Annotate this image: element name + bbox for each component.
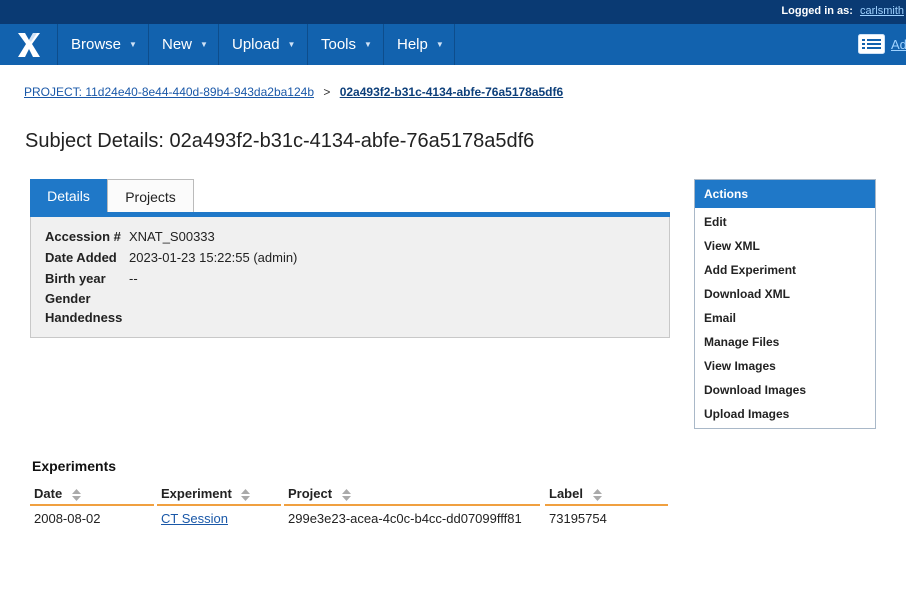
detail-row: Gender [45, 291, 129, 306]
nav-new-label: New [162, 36, 193, 53]
sort-icon [241, 488, 251, 501]
action-add-experiment[interactable]: Add Experiment [704, 263, 796, 277]
detail-label: Gender [45, 291, 91, 306]
nav-tools-label: Tools [321, 36, 357, 53]
detail-value: -- [129, 271, 138, 286]
column-header-label-text: Label [549, 486, 583, 501]
detail-label: Birth year [45, 271, 106, 286]
column-header-label: Date [34, 486, 63, 501]
chevron-down-icon: ▼ [287, 40, 296, 49]
column-header-label[interactable]: Label [545, 486, 668, 506]
details-panel: Accession # XNAT_S00333 Date Added 2023-01… [30, 217, 670, 338]
column-header-label: Experiment [161, 486, 232, 501]
column-header-date[interactable]: Date [30, 486, 154, 506]
nav-help[interactable]: Help ▼ [384, 24, 455, 65]
nav-new[interactable]: New ▼ [149, 24, 219, 65]
xnat-logo[interactable] [0, 24, 58, 65]
chevron-down-icon: ▼ [200, 40, 208, 49]
nav-right-label: Ad [891, 36, 906, 52]
username-link[interactable]: carlsmith [860, 5, 904, 17]
sort-icon [71, 488, 81, 501]
detail-label: Accession # [45, 229, 121, 244]
column-header-label: Project [288, 486, 333, 501]
action-edit[interactable]: Edit [704, 215, 727, 229]
action-view-xml[interactable]: View XML [704, 239, 760, 253]
detail-row: Birth year -- [45, 271, 138, 286]
top-strip: Logged in as: carlsmith [0, 0, 906, 24]
tab-details[interactable]: Details [30, 179, 107, 213]
actions-panel: Actions Edit View XML Add Experiment Dow… [694, 179, 876, 429]
action-download-images[interactable]: Download Images [704, 383, 806, 397]
action-manage-files[interactable]: Manage Files [704, 335, 779, 349]
breadcrumb-separator: > [323, 85, 331, 99]
chevron-down-icon: ▼ [364, 40, 372, 49]
detail-row: Handedness [45, 310, 129, 325]
breadcrumb-project-link[interactable]: PROJECT: 11d24e40-8e44-440d-89b4-943da2b… [24, 85, 314, 99]
nav-upload[interactable]: Upload ▼ [219, 24, 308, 65]
breadcrumb: PROJECT: 11d24e40-8e44-440d-89b4-943da2b… [24, 85, 563, 99]
main-nav: Browse ▼ New ▼ Upload ▼ Tools ▼ Help ▼ A… [0, 24, 906, 65]
sort-icon [592, 488, 602, 501]
breadcrumb-current-link[interactable]: 02a493f2-b31c-4134-abfe-76a5178a5df6 [340, 85, 563, 99]
action-view-images[interactable]: View Images [704, 359, 776, 373]
cell-project: 299e3e23-acea-4c0c-b4cc-dd07099fff81 [288, 511, 522, 526]
detail-value: 2023-01-23 15:22:55 (admin) [129, 250, 298, 265]
detail-row: Date Added 2023-01-23 15:22:55 (admin) [45, 250, 297, 265]
detail-row: Accession # XNAT_S00333 [45, 229, 215, 244]
nav-right-item[interactable]: Ad [858, 33, 906, 55]
tab-details-label: Details [47, 188, 90, 204]
cell-date: 2008-08-02 [34, 511, 101, 526]
list-icon [858, 34, 885, 54]
nav-help-label: Help [397, 36, 428, 53]
nav-browse-label: Browse [71, 36, 122, 53]
chevron-down-icon: ▼ [129, 40, 137, 49]
detail-value: XNAT_S00333 [129, 229, 215, 244]
logged-in-label: Logged in as: [781, 5, 853, 17]
nav-tools[interactable]: Tools ▼ [308, 24, 384, 65]
chevron-down-icon: ▼ [435, 40, 444, 49]
cell-experiment: CT Session [157, 511, 228, 526]
detail-label: Handedness [45, 310, 123, 325]
actions-header: Actions [695, 180, 875, 208]
login-status: Logged in as: carlsmith [781, 5, 904, 17]
action-upload-images[interactable]: Upload Images [704, 407, 789, 421]
column-header-experiment[interactable]: Experiment [157, 486, 281, 506]
cell-label: 73195754 [549, 511, 607, 526]
experiments-title: Experiments [32, 458, 117, 474]
detail-label: Date Added [45, 250, 117, 265]
tab-projects-label: Projects [125, 188, 176, 205]
column-header-project[interactable]: Project [284, 486, 540, 506]
experiment-link[interactable]: CT Session [161, 511, 228, 526]
page-title: Subject Details: 02a493f2-b31c-4134-abfe… [25, 130, 535, 152]
action-download-xml[interactable]: Download XML [704, 287, 790, 301]
sort-icon [341, 488, 351, 501]
nav-upload-label: Upload [232, 36, 280, 53]
nav-browse[interactable]: Browse ▼ [58, 24, 149, 65]
tab-projects[interactable]: Projects [107, 179, 194, 213]
logo-icon [17, 32, 40, 57]
action-email[interactable]: Email [704, 311, 736, 325]
